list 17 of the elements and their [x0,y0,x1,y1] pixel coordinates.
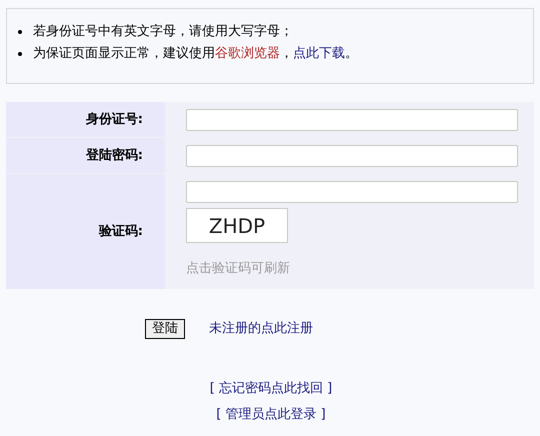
register-link[interactable]: 未注册的点此注册 [209,319,313,339]
field-label: 验证码: [98,222,143,241]
forgot-password-link[interactable]: [ 忘记密码点此找回 ] [210,379,332,398]
field-label: 身份证号: [86,110,143,129]
captcha-image[interactable]: ZHDP [186,208,288,243]
captcha-field[interactable] [186,181,518,203]
admin-login-link[interactable]: [ 管理员点此登录 ] [216,404,326,424]
download-link[interactable]: 点此下载 [293,46,345,61]
bullet-icon [18,30,22,34]
id-number-field[interactable] [186,108,518,130]
note-text: 为保证页面显示正常，建议使用谷歌浏览器，点此下载。 [33,44,533,64]
password-field[interactable] [186,144,518,166]
captcha-hint: 点击验证码可刷新 [186,260,290,278]
field-label: 登陆密码: [86,146,143,165]
login-button[interactable]: 登陆 [145,319,185,339]
note-text: 若身份证号中有英文字母，请使用大写字母； [33,22,533,42]
bullet-icon [18,52,22,56]
